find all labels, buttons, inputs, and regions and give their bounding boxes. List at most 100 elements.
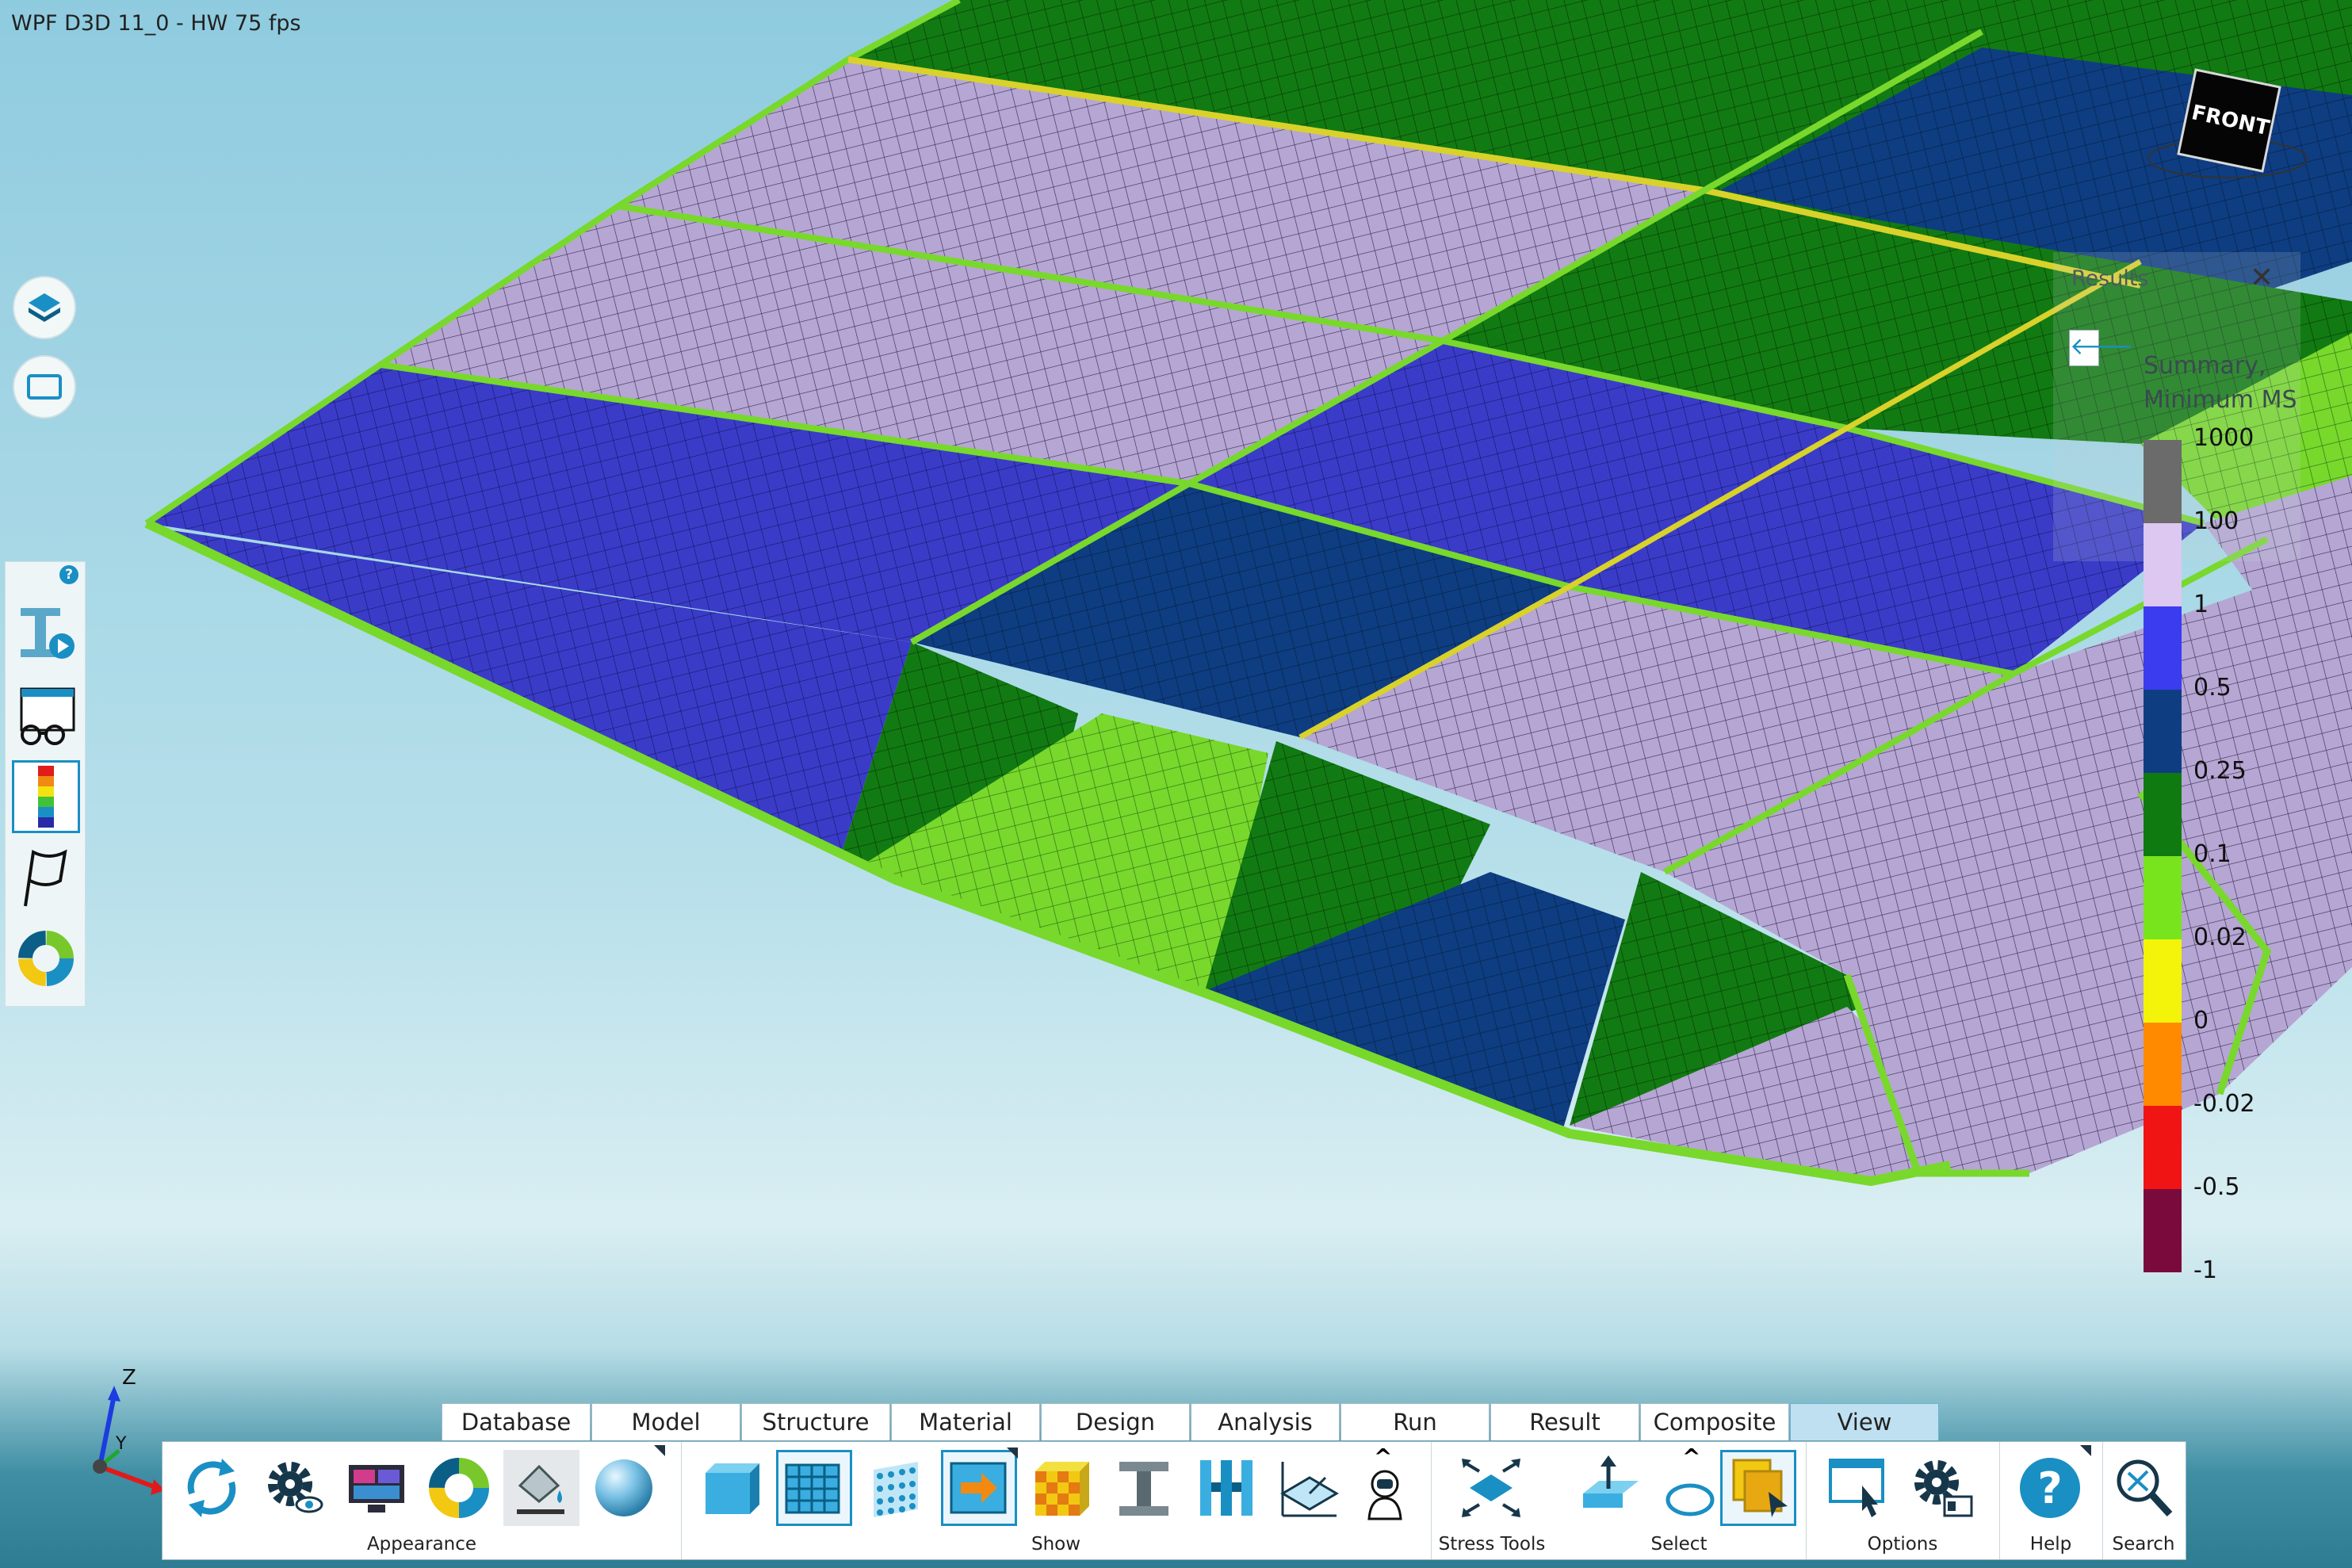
monitor-icon: [349, 1465, 404, 1513]
beam-play-icon: [21, 608, 75, 659]
contour-button[interactable]: [12, 760, 80, 833]
color-bar-icon: [38, 766, 54, 828]
legend-swatch: [2144, 1189, 2182, 1272]
group-appearance-label: Appearance: [366, 1534, 477, 1555]
group-help: ? Help: [1999, 1442, 2103, 1559]
show-mesh-button[interactable]: [776, 1450, 852, 1526]
legend-swatch: [2144, 690, 2182, 773]
select-ellipse-button[interactable]: ^: [1652, 1444, 1728, 1526]
view-settings-button[interactable]: [256, 1450, 332, 1526]
question-circle-icon: ?: [2020, 1458, 2080, 1518]
i-beam-icon: [1119, 1462, 1168, 1516]
refresh-icon: [187, 1459, 236, 1517]
show-checker-button[interactable]: [1023, 1450, 1100, 1526]
donut-button[interactable]: [12, 922, 80, 995]
legend-swatch: [2144, 606, 2182, 690]
sphere-shading-button[interactable]: [586, 1445, 665, 1526]
tab-composite[interactable]: Composite: [1640, 1403, 1789, 1440]
legend-title-line1: Summary,: [2144, 352, 2266, 380]
show-axes-button[interactable]: [1271, 1450, 1347, 1526]
group-stress-tools: Stress Tools: [1431, 1442, 1554, 1559]
legend-swatch: [2144, 1106, 2182, 1189]
tab-result[interactable]: Result: [1490, 1403, 1639, 1440]
sphere-icon: [595, 1459, 652, 1516]
refresh-button[interactable]: [174, 1450, 250, 1526]
checker-block-icon: [1035, 1462, 1089, 1516]
legend-value-label: -0.5: [2193, 1173, 2240, 1201]
beam-play-button[interactable]: [12, 597, 80, 670]
results-close-button[interactable]: ✕: [2250, 262, 2274, 294]
tab-material[interactable]: Material: [891, 1403, 1040, 1440]
rectangle-icon: [27, 374, 62, 400]
paint-bucket-button[interactable]: [503, 1450, 579, 1526]
group-options: Options: [1806, 1442, 2000, 1559]
show-stiffener-button[interactable]: [1188, 1450, 1264, 1526]
frame-button[interactable]: [13, 355, 76, 419]
donut-chart-icon: [18, 931, 74, 986]
group-stress-tools-label: Stress Tools: [1438, 1534, 1546, 1555]
group-appearance: Appearance: [163, 1442, 682, 1559]
fps-readout: WPF D3D 11_0 - HW 75 fps: [11, 11, 301, 36]
tab-model[interactable]: Model: [591, 1403, 740, 1440]
help-badge-icon[interactable]: ?: [59, 565, 78, 584]
show-expand-icon[interactable]: ^: [1374, 1444, 1392, 1470]
show-direction-button[interactable]: [941, 1448, 1018, 1526]
show-nodes-button[interactable]: [859, 1450, 935, 1526]
results-panel-title: Results: [2071, 266, 2149, 291]
flag-button[interactable]: [12, 841, 80, 914]
legend-value-label: 0: [2193, 1007, 2209, 1034]
tab-analysis[interactable]: Analysis: [1191, 1403, 1340, 1440]
select-expand-icon[interactable]: ^: [1682, 1444, 1700, 1470]
legend-swatch: [2144, 856, 2182, 939]
group-search: Search: [2102, 1442, 2185, 1559]
color-wheel-button[interactable]: [421, 1450, 497, 1526]
show-panel-button[interactable]: [694, 1450, 770, 1526]
options-window-button[interactable]: [1822, 1450, 1898, 1526]
search-icon: [2117, 1459, 2173, 1517]
legend-title-line2: Minimum MS: [2144, 386, 2297, 414]
legend-color-bar: [2144, 440, 2182, 1272]
legend-value-label: -0.02: [2193, 1090, 2255, 1118]
group-options-label: Options: [1867, 1534, 1938, 1555]
gear-eye-icon: [268, 1462, 323, 1513]
legend-value-label: 0.25: [2193, 757, 2247, 785]
search-button[interactable]: [2105, 1450, 2182, 1526]
wing-mesh-scene[interactable]: [0, 0, 2352, 1568]
stress-tools-button[interactable]: [1453, 1450, 1529, 1526]
display-button[interactable]: [338, 1450, 415, 1526]
glasses-window-icon: [20, 687, 75, 745]
tab-design[interactable]: Design: [1041, 1403, 1190, 1440]
select-surface-button[interactable]: [1573, 1450, 1649, 1526]
show-astronaut-button[interactable]: ^: [1347, 1444, 1423, 1526]
results-collapse-icon[interactable]: 🡐: [2069, 330, 2133, 366]
legend-swatch: [2144, 939, 2182, 1023]
tab-database[interactable]: Database: [442, 1403, 591, 1440]
view-cube[interactable]: FRONT: [2140, 63, 2315, 190]
legend-swatch: [2144, 440, 2182, 523]
help-button[interactable]: ?: [2012, 1445, 2091, 1526]
group-help-label: Help: [2029, 1534, 2072, 1555]
window-pointer-icon: [1829, 1459, 1884, 1517]
mesh-grid-icon: [785, 1463, 840, 1514]
ribbon-tab-bar: Database Model Structure Material Design Anal…: [442, 1403, 1940, 1441]
show-beam-button[interactable]: [1106, 1450, 1182, 1526]
legend-value-label: 0.5: [2193, 674, 2232, 702]
3d-viewport[interactable]: [0, 0, 2352, 1568]
select-box-button[interactable]: [1720, 1450, 1796, 1526]
appearance-corner-icon: [654, 1445, 665, 1456]
node-dots-icon: [874, 1462, 918, 1517]
layers-button[interactable]: [13, 276, 76, 339]
select-surface-icon: [1583, 1455, 1639, 1508]
options-settings-button[interactable]: [1904, 1450, 1980, 1526]
arrow-panel-icon: [950, 1462, 1007, 1514]
viewer-button[interactable]: [12, 679, 80, 752]
flag-icon: [24, 849, 67, 907]
expand-diamond-icon: [1462, 1459, 1520, 1517]
tab-structure[interactable]: Structure: [741, 1403, 890, 1440]
tab-view[interactable]: View: [1790, 1403, 1939, 1440]
stiffener-icon: [1200, 1460, 1252, 1516]
svg-text:?: ?: [2037, 1463, 2062, 1513]
legend-value-label: 1: [2193, 591, 2209, 618]
show-direction-corner-icon: [1007, 1448, 1018, 1459]
tab-run[interactable]: Run: [1340, 1403, 1490, 1440]
